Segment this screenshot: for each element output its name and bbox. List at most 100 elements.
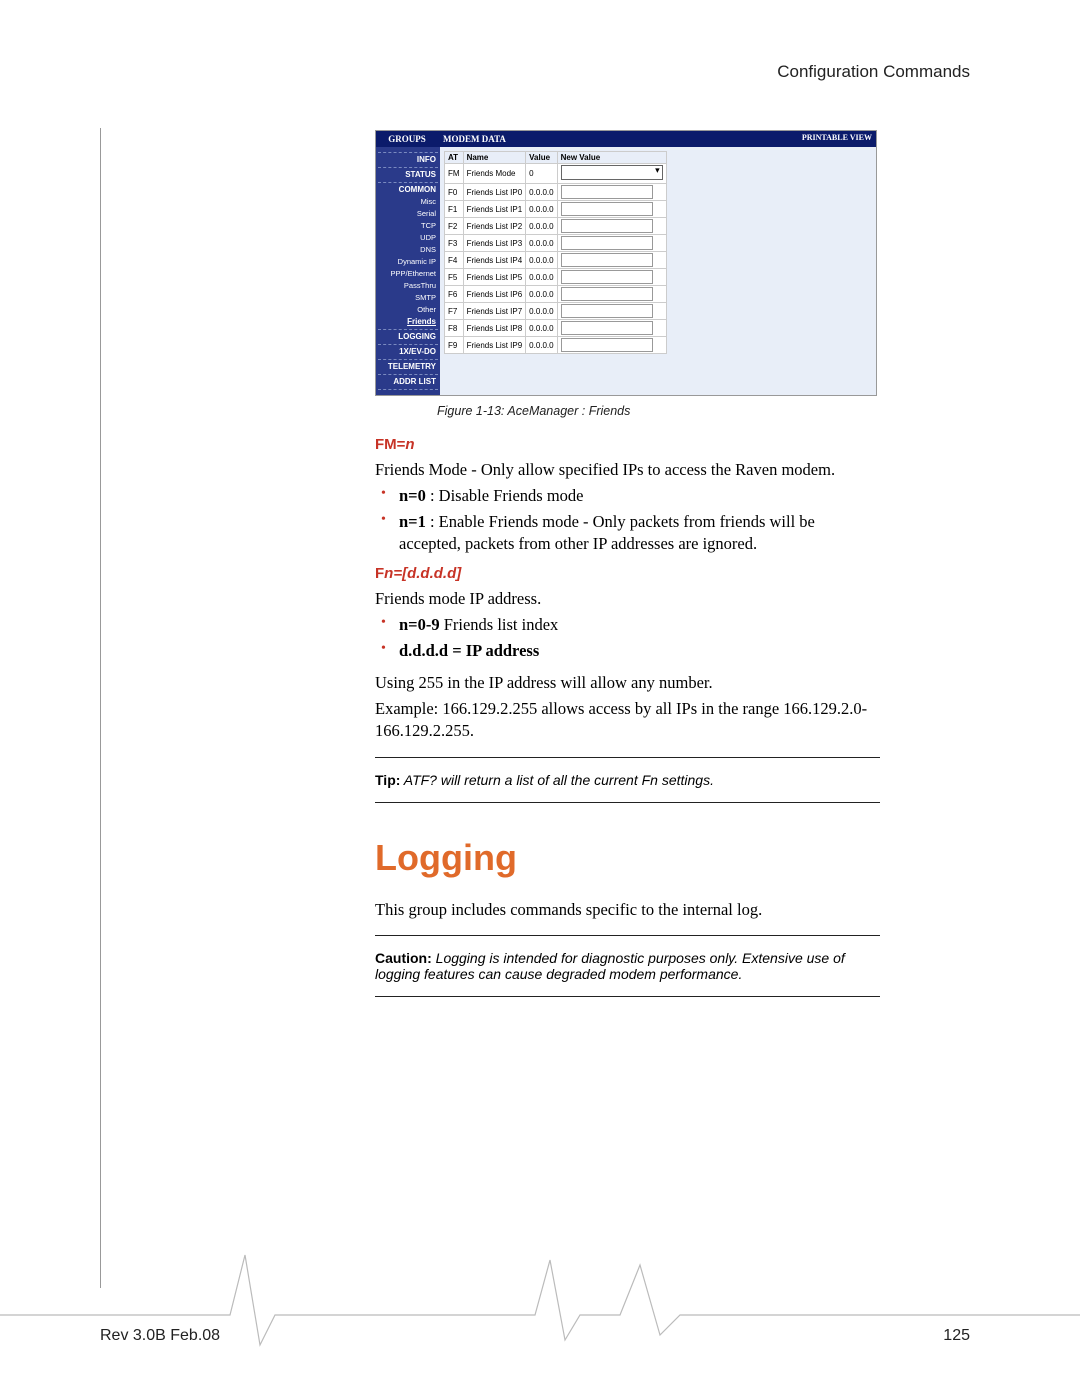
table-row: F1Friends List IP10.0.0.0 [445, 201, 667, 218]
caution-text: Logging is intended for diagnostic purpo… [375, 950, 845, 982]
cmd-fm-param: n [405, 436, 414, 453]
sidebar-item-misc[interactable]: Misc [378, 196, 438, 208]
friends-table: ATNameValueNew ValueFMFriends Mode0F0Fri… [444, 151, 667, 354]
table-row: F0Friends List IP00.0.0.0 [445, 184, 667, 201]
new-value-input[interactable] [561, 287, 653, 301]
table-header: Name [463, 152, 526, 164]
sidebar-item-addr-list[interactable]: ADDR LIST [378, 376, 438, 388]
table-row: F5Friends List IP50.0.0.0 [445, 269, 667, 286]
bullet-text: Friends list index [440, 615, 559, 634]
cell-new-value [557, 286, 666, 303]
new-value-input[interactable] [561, 321, 653, 335]
cmd-fn-bullets: n=0-9 Friends list index d.d.d.d = IP add… [375, 614, 880, 662]
sidebar-item-udp[interactable]: UDP [378, 232, 438, 244]
sidebar-item-ppp-ethernet[interactable]: PPP/Ethernet [378, 268, 438, 280]
printable-view-link[interactable]: PRINTABLE VIEW [798, 131, 876, 147]
cell-value: 0.0.0.0 [526, 269, 557, 286]
sidebar-item-dynamic-ip[interactable]: Dynamic IP [378, 256, 438, 268]
sidebar-item-info[interactable]: INFO [378, 154, 438, 166]
cell-name: Friends List IP0 [463, 184, 526, 201]
bullet-key: d.d.d.d = IP address [399, 641, 539, 660]
cell-name: Friends List IP2 [463, 218, 526, 235]
new-value-input[interactable] [561, 338, 653, 352]
cmd-fm-heading: FM=n [375, 436, 880, 453]
cell-new-value [557, 201, 666, 218]
bullet-key: n=1 [399, 512, 426, 531]
table-header: Value [526, 152, 557, 164]
sidebar-item-passthru[interactable]: PassThru [378, 280, 438, 292]
new-value-input[interactable] [561, 304, 653, 318]
new-value-input[interactable] [561, 270, 653, 284]
table-row: FMFriends Mode0 [445, 164, 667, 184]
cell-new-value [557, 303, 666, 320]
table-row: F8Friends List IP80.0.0.0 [445, 320, 667, 337]
cell-name: Friends Mode [463, 164, 526, 184]
sidebar-item-other[interactable]: Other [378, 304, 438, 316]
new-value-input[interactable] [561, 185, 653, 199]
cell-name: Friends List IP1 [463, 201, 526, 218]
sidebar-item-dns[interactable]: DNS [378, 244, 438, 256]
sidebar-item-common[interactable]: COMMON [378, 184, 438, 196]
caution-label: Caution: [375, 950, 432, 966]
table-row: F6Friends List IP60.0.0.0 [445, 286, 667, 303]
groups-sidebar: INFO STATUS COMMONMiscSerialTCPUDPDNSDynam… [376, 147, 440, 395]
logging-heading: Logging [375, 837, 880, 879]
cmd-fn-para2: Example: 166.129.2.255 allows access by … [375, 698, 880, 743]
table-row: F2Friends List IP20.0.0.0 [445, 218, 667, 235]
cell-name: Friends List IP3 [463, 235, 526, 252]
cmd-fm-prefix: FM= [375, 436, 405, 453]
sidebar-item-1x-ev-do[interactable]: 1X/EV-DO [378, 346, 438, 358]
cell-value: 0.0.0.0 [526, 201, 557, 218]
list-item: n=0-9 Friends list index [399, 614, 880, 636]
bullet-key: n=0-9 [399, 615, 440, 634]
groups-header: GROUPS [376, 131, 438, 147]
cell-value: 0.0.0.0 [526, 303, 557, 320]
cell-name: Friends List IP5 [463, 269, 526, 286]
new-value-input[interactable] [561, 236, 653, 250]
divider [375, 935, 880, 936]
bullet-key: n=0 [399, 486, 426, 505]
cell-new-value [557, 337, 666, 354]
modem-data-header: MODEM DATA [438, 131, 798, 147]
tip-note: Tip: ATF? will return a list of all the … [375, 772, 880, 788]
table-row: F4Friends List IP40.0.0.0 [445, 252, 667, 269]
acemanager-panel: GROUPS MODEM DATA PRINTABLE VIEW INFO STA… [375, 130, 877, 396]
cell-new-value [557, 235, 666, 252]
modem-data-panel: ATNameValueNew ValueFMFriends Mode0F0Fri… [440, 147, 876, 395]
tip-text: ATF? will return a list of all the curre… [400, 772, 714, 788]
sidebar-item-friends[interactable]: Friends [378, 316, 438, 328]
table-row: F3Friends List IP30.0.0.0 [445, 235, 667, 252]
sidebar-item-status[interactable]: STATUS [378, 169, 438, 181]
cmd-fm-bullets: n=0 : Disable Friends moden=1 : Enable F… [375, 485, 880, 555]
sidebar-item-logging[interactable]: LOGGING [378, 331, 438, 343]
new-value-select[interactable] [561, 165, 663, 180]
table-row: F9Friends List IP90.0.0.0 [445, 337, 667, 354]
sidebar-item-smtp[interactable]: SMTP [378, 292, 438, 304]
cell-value: 0.0.0.0 [526, 218, 557, 235]
new-value-input[interactable] [561, 219, 653, 233]
divider [375, 757, 880, 758]
cell-name: Friends List IP8 [463, 320, 526, 337]
list-item: n=1 : Enable Friends mode - Only packets… [399, 511, 880, 556]
bullet-text: : Enable Friends mode - Only packets fro… [399, 512, 815, 553]
cell-at: F0 [445, 184, 464, 201]
sidebar-item-telemetry[interactable]: TELEMETRY [378, 361, 438, 373]
cell-name: Friends List IP4 [463, 252, 526, 269]
sidebar-item-serial[interactable]: Serial [378, 208, 438, 220]
table-header: New Value [557, 152, 666, 164]
cell-at: F3 [445, 235, 464, 252]
cell-at: F7 [445, 303, 464, 320]
cmd-fn-prefix: F [375, 565, 384, 582]
new-value-input[interactable] [561, 253, 653, 267]
cell-value: 0.0.0.0 [526, 184, 557, 201]
divider [375, 996, 880, 997]
table-row: F7Friends List IP70.0.0.0 [445, 303, 667, 320]
sidebar-item-tcp[interactable]: TCP [378, 220, 438, 232]
cell-value: 0.0.0.0 [526, 337, 557, 354]
new-value-input[interactable] [561, 202, 653, 216]
cell-new-value [557, 184, 666, 201]
cell-name: Friends List IP9 [463, 337, 526, 354]
table-header: AT [445, 152, 464, 164]
cell-value: 0 [526, 164, 557, 184]
cell-new-value [557, 218, 666, 235]
